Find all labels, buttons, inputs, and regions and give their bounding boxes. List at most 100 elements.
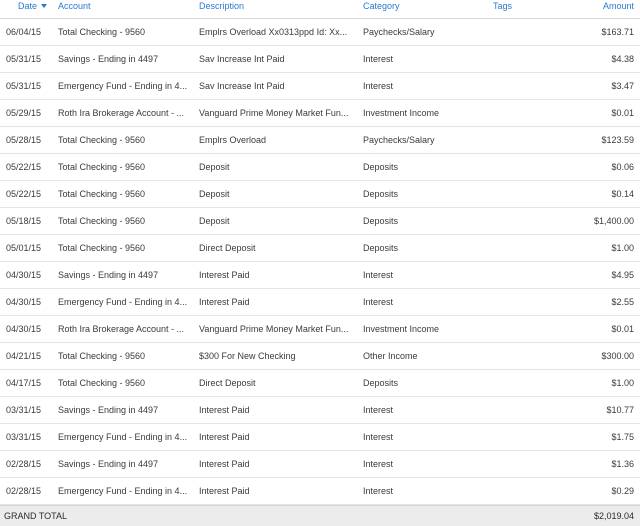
cell-date: 05/18/15 [6,216,42,226]
cell-account: Total Checking - 9560 [58,135,146,145]
table-body: 06/04/15 Total Checking - 9560 Emplrs Over… [0,19,640,505]
cell-amount: $163.71 [601,27,634,37]
table-row[interactable]: 04/17/15 Total Checking - 9560 Direct Depo… [0,370,640,397]
cell-date: 04/30/15 [6,297,42,307]
cell-account: Emergency Fund - Ending in 4... [58,81,188,91]
cell-amount: $1.00 [611,378,634,388]
cell-description: Deposit [199,189,230,199]
table-row[interactable]: 05/01/15 Total Checking - 9560 Direct Depo… [0,235,640,262]
cell-date: 05/28/15 [6,135,42,145]
table-row[interactable]: 05/29/15 Roth Ira Brokerage Account - ...… [0,100,640,127]
cell-account: Savings - Ending in 4497 [58,270,159,280]
column-header-date-label: Date [18,1,38,11]
cell-date: 04/30/15 [6,270,42,280]
cell-date: 05/22/15 [6,189,42,199]
cell-category: Interest [363,297,394,307]
cell-account: Total Checking - 9560 [58,27,146,37]
cell-account: Total Checking - 9560 [58,162,146,172]
cell-description: Interest Paid [199,432,250,442]
cell-account: Emergency Fund - Ending in 4... [58,297,188,307]
cell-category: Investment Income [363,108,440,118]
column-header-tags[interactable]: Tags [493,1,512,11]
cell-category: Interest [363,405,394,415]
cell-category: Interest [363,270,394,280]
cell-account: Emergency Fund - Ending in 4... [58,432,188,442]
cell-account: Savings - Ending in 4497 [58,405,159,415]
cell-account: Total Checking - 9560 [58,351,146,361]
grand-total-label: GRAND TOTAL [4,511,68,521]
cell-date: 04/21/15 [6,351,42,361]
cell-amount: $0.14 [611,189,634,199]
cell-amount: $0.06 [611,162,634,172]
cell-date: 02/28/15 [6,459,42,469]
cell-description: Interest Paid [199,486,250,496]
table-row[interactable]: 04/30/15 Savings - Ending in 4497 Interest… [0,262,640,289]
cell-amount: $1,400.00 [593,216,634,226]
cell-amount: $10.77 [606,405,634,415]
table-row[interactable]: 06/04/15 Total Checking - 9560 Emplrs Over… [0,19,640,46]
table-row[interactable]: 05/18/15 Total Checking - 9560 Deposit Depo… [0,208,640,235]
sort-descending-caret-icon [41,4,48,8]
cell-category: Paychecks/Salary [363,135,435,145]
cell-description: Sav Increase Int Paid [199,54,285,64]
cell-date: 03/31/15 [6,405,42,415]
table-row[interactable]: 05/22/15 Total Checking - 9560 Deposit Depo… [0,154,640,181]
cell-description: Interest Paid [199,459,250,469]
column-header-account[interactable]: Account [58,1,91,11]
table-row[interactable]: 03/31/15 Savings - Ending in 4497 Interest… [0,397,640,424]
cell-category: Interest [363,432,394,442]
cell-date: 06/04/15 [6,27,42,37]
cell-category: Interest [363,459,394,469]
table-row[interactable]: 04/30/15 Roth Ira Brokerage Account - ...… [0,316,640,343]
table-row[interactable]: 05/31/15 Savings - Ending in 4497 Sav Incr… [0,46,640,73]
grand-total-row: GRAND TOTAL $2,019.04 [0,505,640,526]
cell-description: Deposit [199,162,230,172]
cell-date: 05/22/15 [6,162,42,172]
cell-category: Interest [363,486,394,496]
cell-date: 04/17/15 [6,378,42,388]
cell-date: 05/31/15 [6,54,42,64]
table-row[interactable]: 04/21/15 Total Checking - 9560 $300 For Ne… [0,343,640,370]
cell-account: Total Checking - 9560 [58,189,146,199]
cell-description: Deposit [199,216,230,226]
cell-amount: $0.29 [611,486,634,496]
column-header-amount[interactable]: Amount [603,1,634,11]
cell-date: 04/30/15 [6,324,42,334]
cell-category: Interest [363,54,394,64]
cell-amount: $2.55 [611,297,634,307]
cell-category: Deposits [363,216,399,226]
column-header-description[interactable]: Description [199,1,244,11]
table-row[interactable]: 04/30/15 Emergency Fund - Ending in 4... I… [0,289,640,316]
cell-category: Deposits [363,189,399,199]
cell-account: Savings - Ending in 4497 [58,54,159,64]
cell-description: Interest Paid [199,270,250,280]
cell-description: Sav Increase Int Paid [199,81,285,91]
cell-amount: $3.47 [611,81,634,91]
cell-account: Savings - Ending in 4497 [58,459,159,469]
cell-description: Vanguard Prime Money Market Fun... [199,324,349,334]
cell-description: Vanguard Prime Money Market Fun... [199,108,349,118]
table-row[interactable]: 05/31/15 Emergency Fund - Ending in 4... S… [0,73,640,100]
cell-amount: $0.01 [611,324,634,334]
column-header-category[interactable]: Category [363,1,400,11]
cell-category: Investment Income [363,324,440,334]
table-row[interactable]: 05/28/15 Total Checking - 9560 Emplrs Over… [0,127,640,154]
cell-date: 05/01/15 [6,243,42,253]
cell-amount: $4.38 [611,54,634,64]
cell-account: Roth Ira Brokerage Account - ... [58,324,185,334]
grand-total-amount: $2,019.04 [593,511,634,521]
cell-amount: $300.00 [601,351,634,361]
cell-category: Paychecks/Salary [363,27,435,37]
table-row[interactable]: 02/28/15 Emergency Fund - Ending in 4... I… [0,478,640,505]
cell-description: $300 For New Checking [199,351,296,361]
cell-description: Interest Paid [199,297,250,307]
table-row[interactable]: 02/28/15 Savings - Ending in 4497 Interest… [0,451,640,478]
column-header-date[interactable]: Date [18,1,48,11]
cell-description: Emplrs Overload [199,135,267,145]
table-row[interactable]: 05/22/15 Total Checking - 9560 Deposit Depo… [0,181,640,208]
cell-account: Total Checking - 9560 [58,216,146,226]
table-row[interactable]: 03/31/15 Emergency Fund - Ending in 4... I… [0,424,640,451]
cell-category: Interest [363,81,394,91]
cell-description: Interest Paid [199,405,250,415]
cell-account: Total Checking - 9560 [58,243,146,253]
